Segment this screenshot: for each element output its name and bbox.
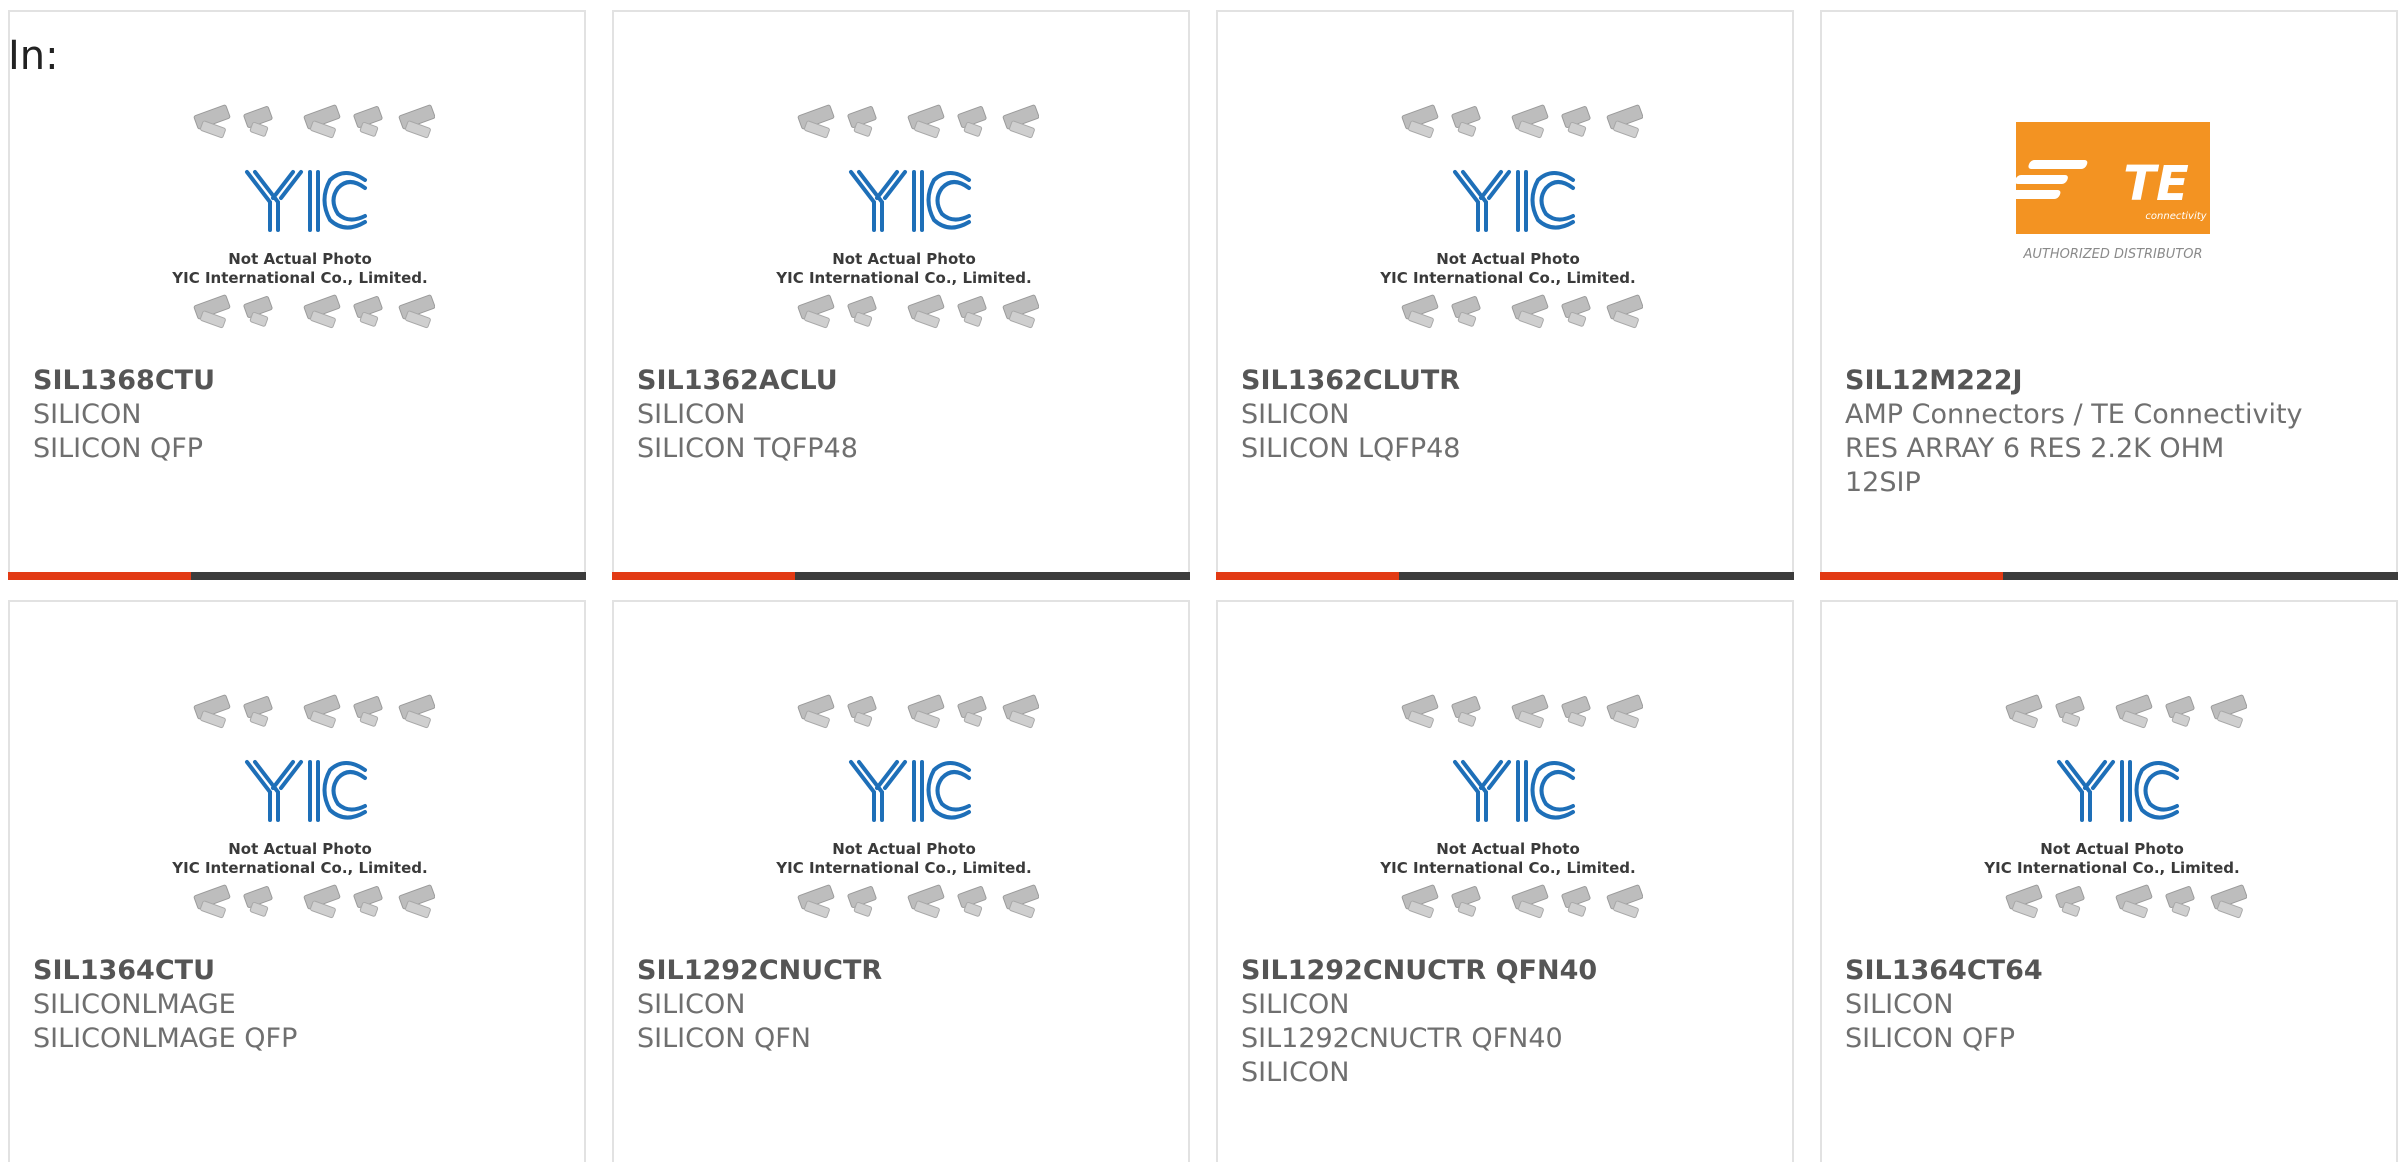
product-info: SIL1364CTU SILICONLMAGE SILICONLMAGE QFP (33, 954, 564, 1056)
yic-placeholder-icon: Not Actual Photo YIC International Co., … (769, 100, 1039, 354)
card-bottom-bar (612, 572, 1190, 580)
description: SILICON QFN (637, 1023, 811, 1054)
product-card[interactable]: Not Actual Photo YIC International Co., … (1216, 600, 1794, 1162)
svg-text:AUTHORIZED DISTRIBUTOR: AUTHORIZED DISTRIBUTOR (2022, 247, 2202, 262)
svg-text:Not Actual Photo: Not Actual Photo (832, 250, 976, 268)
product-card[interactable]: Not Actual Photo YIC International Co., … (1216, 10, 1794, 580)
product-info: SIL1362ACLU SILICON SILICON TQFP48 (637, 364, 1168, 466)
yic-placeholder-icon: Not Actual Photo YIC International Co., … (165, 690, 435, 944)
card-accent (612, 572, 795, 580)
svg-text:connectivity: connectivity (2145, 211, 2207, 222)
card-accent (1216, 572, 1399, 580)
svg-text:YIC International Co., Limited: YIC International Co., Limited. (1379, 859, 1635, 877)
manufacturer: SILICON (1845, 989, 1954, 1020)
product-info: SIL1292CNUCTR QFN40 SILICON SIL1292CNUCT… (1241, 954, 1772, 1090)
manufacturer: SILICON (637, 399, 746, 430)
manufacturer: AMP Connectors / TE Connectivity (1845, 399, 2303, 430)
yic-placeholder-icon: Not Actual Photo YIC International Co., … (165, 100, 435, 354)
svg-text:Not Actual Photo: Not Actual Photo (228, 250, 372, 268)
card-bottom-bar (1820, 572, 2398, 580)
svg-text:YIC International Co., Limited: YIC International Co., Limited. (171, 269, 427, 287)
part-number[interactable]: SIL1368CTU (33, 364, 564, 398)
product-card[interactable]: Not Actual Photo YIC International Co., … (8, 600, 586, 1162)
card-bottom-bar (8, 572, 586, 580)
description: SILICON LQFP48 (1241, 433, 1461, 464)
part-number[interactable]: SIL1292CNUCTR QFN40 (1241, 954, 1772, 988)
manufacturer: SILICON (637, 989, 746, 1020)
product-info: SIL12M222J AMP Connectors / TE Connectiv… (1845, 364, 2376, 500)
part-number[interactable]: SIL12M222J (1845, 364, 2376, 398)
product-info: SIL1292CNUCTR SILICON SILICON QFN (637, 954, 1168, 1056)
part-number[interactable]: SIL1292CNUCTR (637, 954, 1168, 988)
svg-text:YIC International Co., Limited: YIC International Co., Limited. (1983, 859, 2239, 877)
description: SILICON QFP (33, 433, 204, 464)
svg-text:YIC International Co., Limited: YIC International Co., Limited. (775, 269, 1031, 287)
product-card[interactable]: Not Actual Photo YIC International Co., … (612, 600, 1190, 1162)
product-grid-page: In: Not Actual Photo YIC International C… (0, 0, 2400, 1162)
te-connectivity-logo: TE connectivity AUTHORIZED DISTRIBUTOR (2008, 112, 2218, 272)
svg-text:Not Actual Photo: Not Actual Photo (1436, 250, 1580, 268)
manufacturer: SILICON (1241, 399, 1350, 430)
description: SIL1292CNUCTR QFN40 SILICON (1241, 1023, 1563, 1088)
part-number[interactable]: SIL1362CLUTR (1241, 364, 1772, 398)
svg-text:YIC International Co., Limited: YIC International Co., Limited. (171, 859, 427, 877)
description: SILICONLMAGE QFP (33, 1023, 298, 1054)
manufacturer: SILICON (1241, 989, 1350, 1020)
product-card[interactable]: TE connectivity AUTHORIZED DISTRIBUTOR S… (1820, 10, 2398, 580)
card-accent (8, 572, 191, 580)
yic-placeholder-icon: Not Actual Photo YIC International Co., … (1373, 690, 1643, 944)
yic-placeholder-icon: Not Actual Photo YIC International Co., … (1373, 100, 1643, 354)
description: SILICON TQFP48 (637, 433, 858, 464)
svg-text:Not Actual Photo: Not Actual Photo (832, 840, 976, 858)
svg-text:YIC International Co., Limited: YIC International Co., Limited. (775, 859, 1031, 877)
in-label: In: (8, 33, 59, 79)
description: RES ARRAY 6 RES 2.2K OHM 12SIP (1845, 433, 2225, 498)
card-bottom-bar (1216, 572, 1794, 580)
svg-text:Not Actual Photo: Not Actual Photo (228, 840, 372, 858)
product-info: SIL1368CTU SILICON SILICON QFP (33, 364, 564, 466)
manufacturer: SILICON (33, 399, 142, 430)
card-accent (1820, 572, 2003, 580)
manufacturer: SILICONLMAGE (33, 989, 236, 1020)
part-number[interactable]: SIL1362ACLU (637, 364, 1168, 398)
product-info: SIL1364CT64 SILICON SILICON QFP (1845, 954, 2376, 1056)
description: SILICON QFP (1845, 1023, 2016, 1054)
svg-text:Not Actual Photo: Not Actual Photo (2040, 840, 2184, 858)
product-card[interactable]: Not Actual Photo YIC International Co., … (612, 10, 1190, 580)
yic-placeholder-icon: Not Actual Photo YIC International Co., … (1977, 690, 2247, 944)
part-number[interactable]: SIL1364CT64 (1845, 954, 2376, 988)
part-number[interactable]: SIL1364CTU (33, 954, 564, 988)
product-card[interactable]: Not Actual Photo YIC International Co., … (1820, 600, 2398, 1162)
yic-placeholder-icon: Not Actual Photo YIC International Co., … (769, 690, 1039, 944)
product-info: SIL1362CLUTR SILICON SILICON LQFP48 (1241, 364, 1772, 466)
svg-text:TE: TE (2123, 156, 2189, 212)
svg-text:YIC International Co., Limited: YIC International Co., Limited. (1379, 269, 1635, 287)
svg-text:Not Actual Photo: Not Actual Photo (1436, 840, 1580, 858)
product-card[interactable]: Not Actual Photo YIC International Co., … (8, 10, 586, 580)
